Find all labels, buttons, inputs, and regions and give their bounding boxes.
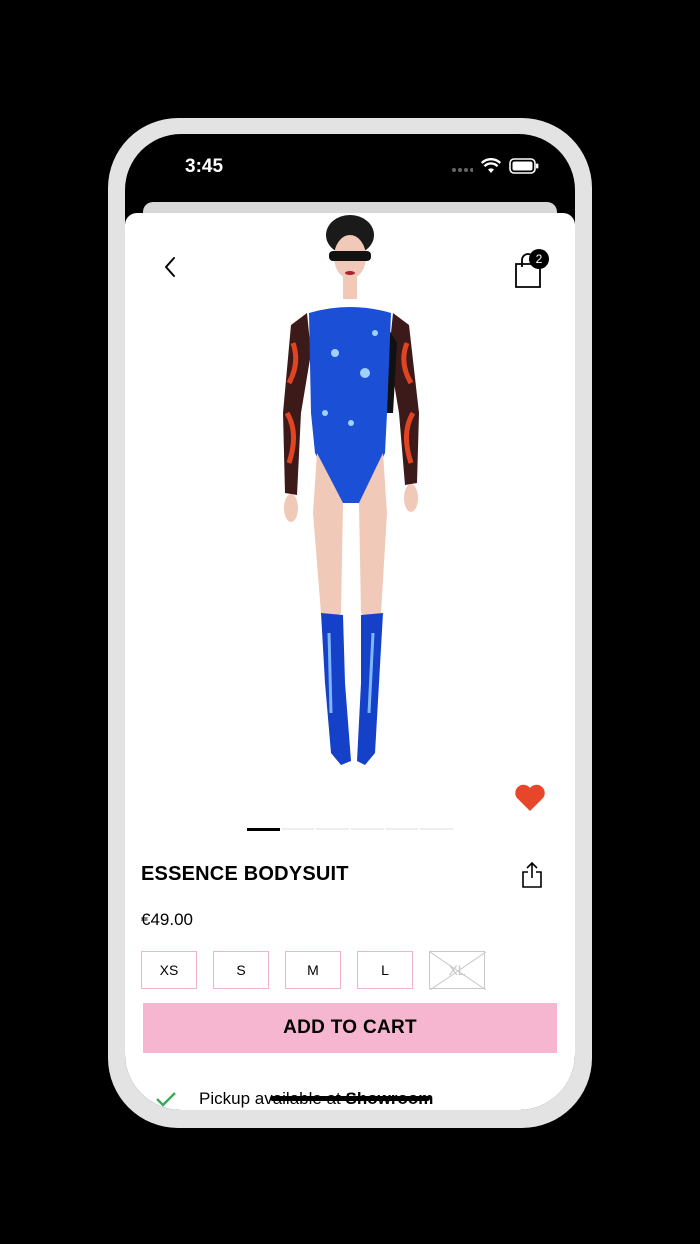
product-image[interactable] xyxy=(265,213,435,773)
home-indicator[interactable] xyxy=(270,1096,430,1101)
add-to-cart-button[interactable]: ADD TO CART xyxy=(143,1003,557,1053)
chevron-left-icon xyxy=(165,257,175,277)
carousel-dot[interactable] xyxy=(385,828,419,830)
size-option-xs[interactable]: XS xyxy=(141,951,197,989)
size-option-xl[interactable]: XL xyxy=(429,951,486,990)
battery-icon xyxy=(509,158,539,179)
favorite-button[interactable] xyxy=(513,783,547,813)
cart-button[interactable]: 2 xyxy=(513,249,549,289)
back-button[interactable] xyxy=(159,253,183,281)
status-time: 3:45 xyxy=(185,156,224,177)
share-icon xyxy=(522,861,542,888)
size-option-l[interactable]: L xyxy=(357,951,413,989)
size-option-s[interactable]: S xyxy=(213,951,269,989)
share-button[interactable] xyxy=(519,861,545,889)
check-icon xyxy=(156,1092,176,1107)
wifi-icon xyxy=(480,158,502,179)
cart-count-badge: 2 xyxy=(529,249,549,269)
phone-screen: 3:45 2 ESSENCE BODYSUIT €49.00 XS S M L … xyxy=(125,134,575,1110)
carousel-dot[interactable] xyxy=(281,828,315,830)
product-price: €49.00 xyxy=(141,910,193,929)
product-sheet: 2 ESSENCE BODYSUIT €49.00 XS S M L ADD T… xyxy=(125,213,575,1110)
image-carousel-indicator xyxy=(247,828,454,831)
size-selector: XS S M L XL xyxy=(141,951,486,990)
carousel-dot[interactable] xyxy=(316,828,350,830)
size-option-m[interactable]: M xyxy=(285,951,341,989)
carousel-dot[interactable] xyxy=(351,828,384,830)
signal-icon xyxy=(451,160,474,178)
heart-icon xyxy=(515,784,545,811)
unavailable-cross-icon xyxy=(430,952,486,990)
carousel-dot[interactable] xyxy=(247,828,280,831)
status-icons xyxy=(451,158,539,179)
carousel-dot[interactable] xyxy=(420,828,454,830)
product-title: ESSENCE BODYSUIT xyxy=(141,863,349,885)
